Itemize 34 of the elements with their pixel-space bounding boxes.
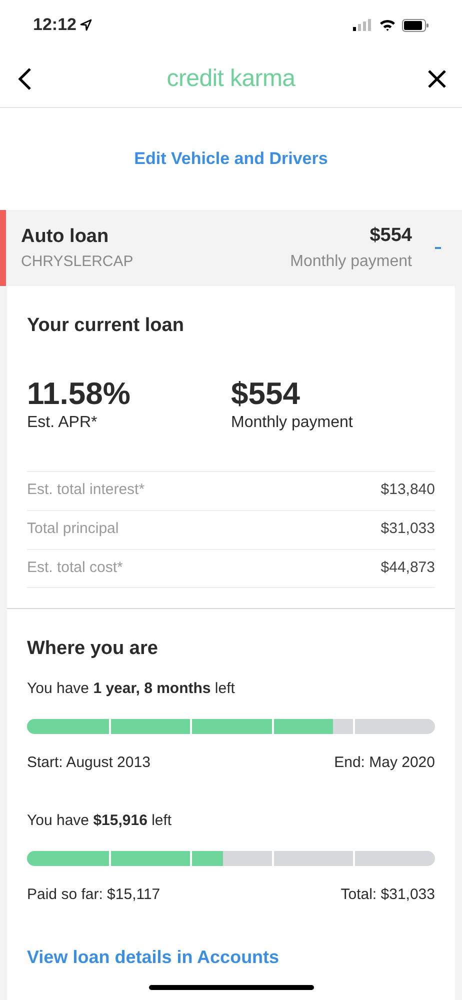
row-value: $31,033 (380, 519, 435, 540)
wifi-icon (379, 19, 396, 31)
location-arrow-icon (80, 19, 92, 31)
collapse-icon[interactable] (434, 244, 442, 252)
stat-value: $554 (231, 376, 301, 410)
row-value: $44,873 (380, 558, 435, 578)
status-time: 12:12 (33, 14, 76, 36)
battery-icon (402, 18, 429, 32)
row-label: Est. total cost* (27, 558, 123, 578)
section-title: Where you are (27, 636, 159, 660)
progress-start-label: Start: August 2013 (27, 753, 150, 773)
row-label: Est. total interest* (27, 480, 145, 500)
row-label: Total principal (27, 519, 119, 540)
close-icon (427, 68, 447, 88)
header-amount-label: Monthly payment (290, 252, 412, 272)
header-amount: $554 (370, 224, 412, 248)
progress-end-label: End: May 2020 (334, 753, 435, 773)
view-loan-details-link[interactable]: View loan details in Accounts (27, 944, 435, 971)
progress-start-label: Paid so far: $15,117 (27, 884, 160, 904)
loan-title: Auto loan (21, 224, 110, 248)
stat-label: Est. APR* (27, 412, 98, 432)
section-title: Your current loan (27, 314, 185, 338)
stat-value: 11.58% (27, 376, 132, 410)
back-icon (18, 66, 32, 90)
lender-name: CHRYSLERCAP (21, 252, 134, 272)
progress-end-label: Total: $31,033 (340, 884, 435, 904)
stat-label: Monthly payment (231, 412, 354, 432)
signal-icon (353, 19, 373, 31)
progress-summary: You have $15,916 left (27, 812, 172, 828)
edit-vehicle-link[interactable]: Edit Vehicle and Drivers (134, 146, 328, 172)
credit-karma-logo: credit karma (166, 64, 296, 94)
row-value: $13,840 (380, 480, 435, 500)
progress-summary: You have 1 year, 8 months left (27, 680, 235, 697)
loan-header[interactable]: Auto loan CHRYSLERCAP $554 Monthly payment (0, 210, 462, 286)
